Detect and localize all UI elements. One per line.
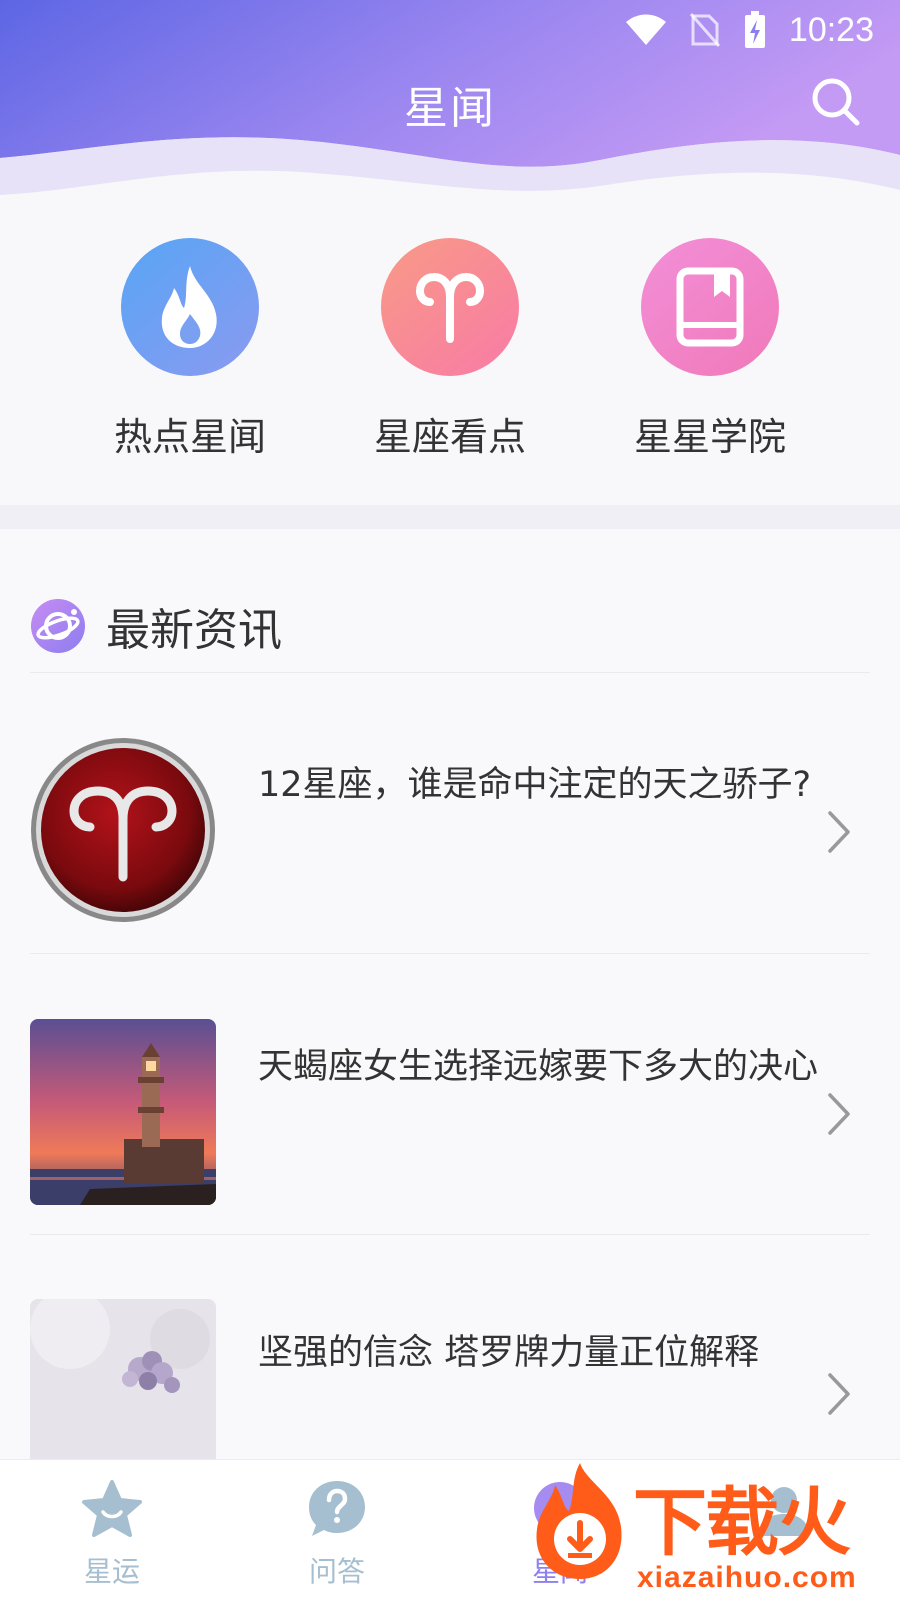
list-divider: [30, 953, 870, 954]
category-grid: 热点星闻 星座看点 星星学院: [0, 200, 900, 505]
watermark-logo: 下载火 xiazaihuo.com: [525, 1445, 895, 1600]
flame-download-icon: [536, 1463, 622, 1579]
status-bar: 10:23: [625, 8, 874, 52]
watermark-url: xiazaihuo.com: [637, 1561, 857, 1594]
page-title: 星闻: [404, 83, 496, 134]
category-star-academy[interactable]: 星星学院: [610, 238, 810, 461]
category-label: 热点星闻: [113, 415, 266, 459]
battery-charging-icon: [744, 11, 765, 48]
status-time: 10:23: [788, 10, 874, 49]
category-label: 星星学院: [633, 415, 786, 459]
category-hot-news[interactable]: 热点星闻: [90, 238, 290, 461]
category-label: 星座看点: [373, 415, 526, 459]
news-item-title: 天蝎座女生选择远嫁要下多大的决心: [258, 1047, 819, 1087]
chevron-right-icon: [828, 811, 850, 853]
list-divider: [30, 1234, 870, 1235]
watermark-brand: 下载火: [633, 1480, 851, 1566]
chevron-right-icon: [828, 1373, 850, 1415]
aries-emblem-image: [30, 737, 216, 923]
question-bubble-icon: [309, 1481, 365, 1536]
aries-icon: [381, 238, 519, 376]
category-zodiac-highlights[interactable]: 星座看点: [350, 238, 550, 461]
book-icon: [641, 238, 779, 376]
header: 10:23 星闻: [0, 0, 900, 200]
no-sim-icon: [689, 13, 721, 47]
planet-icon: [31, 599, 85, 653]
news-header: 最新资讯: [30, 594, 282, 658]
section-title: 最新资讯: [106, 605, 282, 656]
lighthouse-sunset-image: [30, 1019, 216, 1205]
section-divider: [0, 505, 900, 529]
news-section: 最新资讯 12星座，谁是命中注定的天之骄子? 天蝎座女生选择远嫁要下多大的决心 …: [0, 529, 900, 1485]
chevron-right-icon: [828, 1093, 850, 1135]
star-icon: [82, 1480, 142, 1537]
flame-icon: [121, 238, 259, 376]
flowers-image: [30, 1299, 216, 1485]
news-item[interactable]: 12星座，谁是命中注定的天之骄子?: [30, 737, 870, 927]
list-divider: [30, 672, 870, 673]
tab-label: 问答: [308, 1555, 365, 1588]
news-item-title: 12星座，谁是命中注定的天之骄子?: [258, 765, 812, 805]
tab-qa[interactable]: 问答: [277, 1478, 397, 1590]
search-icon[interactable]: [810, 76, 862, 128]
news-item[interactable]: 天蝎座女生选择远嫁要下多大的决心: [30, 1019, 870, 1209]
tab-label: 星运: [83, 1555, 140, 1588]
wifi-icon: [625, 14, 666, 45]
news-item-title: 坚强的信念 塔罗牌力量正位解释: [258, 1333, 760, 1373]
tab-fortune[interactable]: 星运: [52, 1478, 172, 1590]
